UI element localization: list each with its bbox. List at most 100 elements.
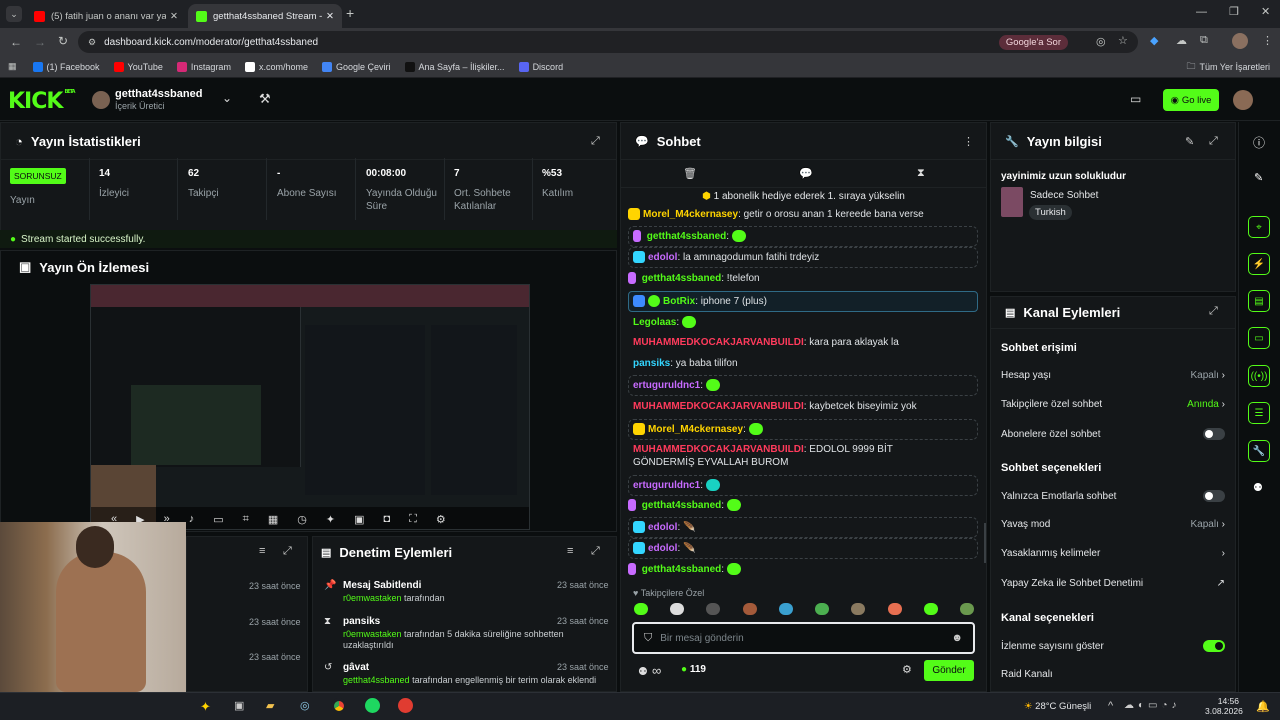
go-live-button[interactable]: ◉ Go live bbox=[1163, 89, 1219, 111]
info-icon[interactable]: ⓘ bbox=[1253, 134, 1265, 151]
emote-only-toggle[interactable] bbox=[1203, 490, 1225, 502]
category-name[interactable]: Sadece Sohbet bbox=[1030, 190, 1098, 201]
fullscreen-icon[interactable]: ⛶ bbox=[409, 513, 417, 526]
browser-menu-icon[interactable]: ⋮ bbox=[1262, 34, 1273, 47]
chat-message[interactable]: ertuguruldnc1: bbox=[628, 475, 978, 496]
profile-avatar[interactable] bbox=[1232, 33, 1248, 49]
chat-username[interactable]: getthat4ssbaned bbox=[642, 500, 721, 511]
category-thumbnail[interactable] bbox=[1001, 187, 1023, 217]
chevron-down-icon[interactable]: ⌄ bbox=[222, 91, 232, 105]
channel-avatar[interactable] bbox=[92, 91, 110, 109]
gift-banner[interactable]: ⬢ 1 abonelik hediye ederek 1. sıraya yük… bbox=[621, 191, 986, 202]
tray-chevron-icon[interactable]: ^ bbox=[1108, 700, 1113, 712]
notifications-icon[interactable]: 🔔 bbox=[1256, 700, 1270, 713]
chat-username[interactable]: edolol bbox=[648, 522, 677, 533]
chat-username[interactable]: ertuguruldnc1 bbox=[633, 380, 700, 391]
moderator-name[interactable]: r0emwastaken bbox=[343, 593, 402, 603]
chat-message[interactable]: edolol: la amınagodumun fatihi trdeyiz bbox=[628, 247, 978, 268]
moderator-name[interactable]: getthat4ssbaned bbox=[343, 675, 410, 685]
chat-username[interactable]: edolol bbox=[648, 252, 677, 263]
chat-message[interactable]: getthat4ssbaned: bbox=[628, 499, 978, 512]
sparkle-icon[interactable]: ✦ bbox=[326, 513, 335, 526]
close-tab-icon[interactable]: ✕ bbox=[170, 11, 178, 22]
restore-window-button[interactable]: ❐ bbox=[1229, 5, 1239, 18]
chat-message[interactable]: Legolaas: bbox=[633, 316, 983, 329]
task-view-icon[interactable]: ▣ bbox=[234, 699, 244, 712]
chrome-icon[interactable] bbox=[331, 698, 347, 714]
infinity-icon[interactable]: ∞ bbox=[652, 663, 661, 678]
emote-icon[interactable] bbox=[670, 603, 685, 615]
chat-message[interactable]: MUHAMMEDKOCAKJARVANBUILDI: kaybetcek bis… bbox=[633, 400, 983, 413]
rail-button-document[interactable]: ▤ bbox=[1248, 290, 1270, 312]
spotify-icon[interactable] bbox=[365, 698, 380, 713]
crop-icon[interactable]: ⌗ bbox=[243, 513, 249, 526]
grid-icon[interactable]: ▦ bbox=[268, 513, 278, 526]
chat-username[interactable]: edolol bbox=[648, 543, 677, 554]
setting-ai-moderation[interactable]: Yapay Zeka ile Sohbet Denetimi ↗ bbox=[1001, 578, 1225, 589]
chat-message[interactable]: BotRix: iphone 7 (plus) bbox=[628, 291, 978, 312]
camera-icon[interactable]: ▭ bbox=[213, 513, 223, 526]
chat-message[interactable]: getthat4ssbaned: !telefon bbox=[628, 272, 978, 285]
minimize-window-button[interactable]: — bbox=[1196, 6, 1207, 18]
app-icon[interactable] bbox=[398, 698, 413, 713]
volume-icon[interactable]: ♪ bbox=[189, 513, 195, 525]
rail-button-broadcast[interactable]: ((•)) bbox=[1248, 365, 1270, 387]
popout-icon[interactable]: ⤢ bbox=[283, 545, 292, 558]
chat-message[interactable]: Morel_M4ckernasey: getir o orosu anan 1 … bbox=[628, 208, 978, 221]
extension-icon[interactable]: ☁ bbox=[1176, 34, 1187, 47]
chat-scrollbar[interactable] bbox=[984, 523, 986, 563]
bookmark-youtube[interactable]: YouTube bbox=[113, 61, 163, 72]
emote-icon[interactable] bbox=[634, 603, 648, 615]
popout-icon[interactable]: ⤢ bbox=[1209, 135, 1218, 148]
emoji-icon[interactable]: ☻ bbox=[951, 632, 963, 644]
app-icon[interactable]: ◎ bbox=[300, 699, 310, 712]
chat-message[interactable]: ertuguruldnc1: bbox=[628, 375, 978, 396]
setting-followers-only[interactable]: Takipçilere özel sohbet Anında › bbox=[1001, 399, 1225, 410]
chat-message[interactable]: getthat4ssbaned: bbox=[628, 563, 978, 576]
chat-message[interactable]: pansiks: ya baba tilifon bbox=[633, 357, 983, 370]
chat-username[interactable]: MUHAMMEDKOCAKJARVANBUILDI bbox=[633, 401, 804, 412]
trash-icon[interactable]: 🗑 bbox=[683, 167, 697, 180]
theater-mode-icon[interactable]: ▭ bbox=[1130, 92, 1141, 106]
chat-message[interactable]: getthat4ssbaned: bbox=[628, 226, 978, 247]
timer-icon[interactable]: ◷ bbox=[297, 513, 307, 526]
pip-icon[interactable]: ▣ bbox=[354, 513, 364, 526]
chat-username[interactable]: getthat4ssbaned bbox=[642, 564, 721, 575]
forward-arrow-icon[interactable]: → bbox=[34, 35, 46, 49]
all-bookmarks[interactable]: 🗀 Tüm Yer İşaretleri bbox=[1186, 59, 1270, 75]
chat-username[interactable]: MUHAMMEDKOCAKJARVANBUILDI bbox=[633, 337, 804, 348]
chat-username[interactable]: pansiks bbox=[633, 358, 670, 369]
edit-icon[interactable]: ✎ bbox=[1254, 171, 1263, 184]
setting-account-age[interactable]: Hesap yaşı Kapalı › bbox=[1001, 370, 1225, 381]
chat-message[interactable]: edolol: 🪶 bbox=[628, 538, 978, 559]
chat-username[interactable]: BotRix bbox=[663, 296, 695, 307]
apps-grid-icon[interactable]: ▦ bbox=[8, 61, 17, 72]
chat-settings-icon[interactable]: ⚙ bbox=[902, 663, 912, 676]
emote-icon[interactable] bbox=[851, 603, 866, 615]
emote-icon[interactable] bbox=[742, 603, 757, 615]
tray-icons[interactable]: ☁◐▭◔♪ bbox=[1124, 700, 1181, 711]
chat-menu-icon[interactable]: ⋮ bbox=[963, 135, 974, 148]
emote-icon[interactable] bbox=[887, 603, 902, 615]
popout-icon[interactable]: ⤢ bbox=[591, 135, 600, 148]
browser-tab-kick[interactable]: getthat4ssbaned Stream - Kick ✕ bbox=[188, 4, 342, 28]
bookmark-star-icon[interactable]: ☆ bbox=[1118, 34, 1128, 47]
chat-username[interactable]: Morel_M4ckernasey bbox=[648, 424, 743, 435]
chat-mode-icon[interactable]: 💬 bbox=[799, 167, 813, 180]
setting-raid-channel[interactable]: Raid Kanalı bbox=[1001, 669, 1225, 680]
bookmark-google-translate[interactable]: Google Çeviri bbox=[321, 61, 391, 72]
moderator-name[interactable]: r0emwastaken bbox=[343, 629, 402, 639]
setting-subscribers-only[interactable]: Abonelere özel sohbet bbox=[1001, 428, 1225, 440]
chat-message[interactable]: MUHAMMEDKOCAKJARVANBUILDI: EDOLOL 9999 B… bbox=[633, 443, 923, 469]
chat-username[interactable]: getthat4ssbaned bbox=[642, 273, 721, 284]
widgets-sparkle-icon[interactable]: ✦ bbox=[200, 699, 211, 715]
reload-icon[interactable]: ↻ bbox=[58, 34, 68, 48]
filter-icon[interactable]: ≡ bbox=[259, 545, 265, 557]
clock[interactable]: 14:56 3.08.2026 bbox=[1205, 696, 1243, 716]
settings-icon[interactable]: ⚙ bbox=[436, 513, 446, 526]
chat-message[interactable]: Morel_M4ckernasey: bbox=[628, 419, 978, 440]
subscribers-only-toggle[interactable] bbox=[1203, 428, 1225, 440]
weather-widget[interactable]: ☀ 28°C Güneşli bbox=[1024, 701, 1091, 712]
kick-logo[interactable]: KICK BETA bbox=[8, 89, 76, 114]
add-widget-icon[interactable]: ⚉ bbox=[1253, 481, 1263, 494]
